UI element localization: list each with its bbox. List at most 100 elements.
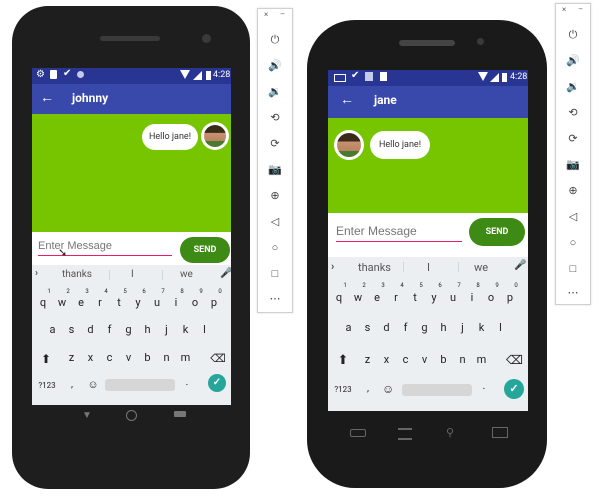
key-j[interactable]: j xyxy=(457,321,469,334)
search-nav-icon[interactable]: ⚲ xyxy=(446,426,454,439)
key-t[interactable]: t xyxy=(113,296,125,309)
mic-icon[interactable]: 🎤 xyxy=(514,260,526,271)
back-arrow-icon[interactable]: ← xyxy=(340,91,354,108)
suggestion-1[interactable]: thanks xyxy=(62,269,92,280)
key-a[interactable]: a xyxy=(47,323,59,336)
comma-key[interactable]: , xyxy=(67,379,77,390)
back-nav-icon[interactable] xyxy=(350,429,366,437)
key-u[interactable]: u xyxy=(447,291,459,304)
zoom-icon[interactable]: ⊕ xyxy=(556,184,590,197)
enter-key[interactable]: ✓ xyxy=(504,379,524,399)
power-icon[interactable]: ⏻ xyxy=(556,28,590,42)
key-l[interactable]: l xyxy=(495,321,507,334)
overview-icon[interactable]: □ xyxy=(556,262,590,275)
key-g[interactable]: g xyxy=(419,321,431,334)
menu-nav-icon[interactable] xyxy=(398,428,412,440)
key-7[interactable]: 7 xyxy=(453,282,465,289)
camera-icon[interactable]: 📷 xyxy=(258,163,292,176)
camera-icon[interactable]: 📷 xyxy=(556,158,590,171)
key-e[interactable]: e xyxy=(75,296,87,309)
key-6[interactable]: 6 xyxy=(138,288,150,295)
backspace-key[interactable]: ⌫ xyxy=(210,352,226,365)
key-k[interactable]: k xyxy=(180,323,192,336)
rotate-left-icon[interactable]: ⟲ xyxy=(258,111,292,124)
suggestion-3[interactable]: we xyxy=(474,261,488,274)
period-key[interactable]: . xyxy=(479,381,489,392)
key-9[interactable]: 9 xyxy=(195,288,207,295)
volume-down-icon[interactable]: 🔉 xyxy=(556,80,590,93)
more-icon[interactable]: ⋯ xyxy=(556,286,590,299)
key-q[interactable]: q xyxy=(37,296,49,309)
suggestion-expand-icon[interactable]: › xyxy=(35,268,38,279)
rotate-right-icon[interactable]: ⟳ xyxy=(258,137,292,150)
volume-up-icon[interactable]: 🔊 xyxy=(258,59,292,72)
key-n[interactable]: n xyxy=(457,353,469,366)
symbols-key[interactable]: ?123 xyxy=(333,385,353,394)
key-e[interactable]: e xyxy=(371,291,383,304)
key-g[interactable]: g xyxy=(123,323,135,336)
key-5[interactable]: 5 xyxy=(119,288,131,295)
key-w[interactable]: w xyxy=(352,291,364,304)
key-4[interactable]: 4 xyxy=(396,282,408,289)
shift-key[interactable]: ⬆ xyxy=(336,353,350,368)
key-j[interactable]: j xyxy=(161,323,173,336)
key-a[interactable]: a xyxy=(343,321,355,334)
back-arrow-icon[interactable]: ← xyxy=(40,89,54,106)
key-x[interactable]: x xyxy=(85,351,97,364)
suggestion-3[interactable]: we xyxy=(180,269,193,280)
key-3[interactable]: 3 xyxy=(81,288,93,295)
key-4[interactable]: 4 xyxy=(100,288,112,295)
key-5[interactable]: 5 xyxy=(415,282,427,289)
key-f[interactable]: f xyxy=(400,321,412,334)
key-n[interactable]: n xyxy=(161,351,173,364)
zoom-icon[interactable]: ⊕ xyxy=(258,189,292,202)
key-s[interactable]: s xyxy=(362,321,374,334)
key-c[interactable]: c xyxy=(400,353,412,366)
home-nav-icon[interactable] xyxy=(492,427,508,438)
home-nav-icon[interactable] xyxy=(126,410,137,421)
message-input[interactable] xyxy=(336,224,462,242)
key-v[interactable]: v xyxy=(123,351,135,364)
key-h[interactable]: h xyxy=(438,321,450,334)
more-icon[interactable]: ⋯ xyxy=(258,292,292,305)
key-l[interactable]: l xyxy=(199,323,211,336)
key-v[interactable]: v xyxy=(419,353,431,366)
key-z[interactable]: z xyxy=(66,351,78,364)
key-z[interactable]: z xyxy=(362,353,374,366)
power-icon[interactable]: ⏻ xyxy=(258,33,292,47)
key-t[interactable]: t xyxy=(409,291,421,304)
key-b[interactable]: b xyxy=(142,351,154,364)
rotate-left-icon[interactable]: ⟲ xyxy=(556,106,590,119)
key-8[interactable]: 8 xyxy=(176,288,188,295)
suggestion-2[interactable]: I xyxy=(427,261,430,274)
key-r[interactable]: r xyxy=(94,296,106,309)
key-2[interactable]: 2 xyxy=(358,282,370,289)
key-o[interactable]: o xyxy=(485,291,497,304)
key-1[interactable]: 1 xyxy=(43,288,55,295)
back-nav-icon[interactable]: ▼ xyxy=(82,410,92,421)
minimize-icon[interactable]: – xyxy=(280,10,285,19)
key-9[interactable]: 9 xyxy=(491,282,503,289)
minimize-icon[interactable]: – xyxy=(578,5,583,14)
close-icon[interactable]: × xyxy=(264,10,268,19)
key-p[interactable]: p xyxy=(504,291,516,304)
home-icon[interactable]: ○ xyxy=(556,236,590,249)
key-m[interactable]: m xyxy=(180,351,192,364)
enter-key[interactable]: ✓ xyxy=(208,374,226,392)
key-u[interactable]: u xyxy=(151,296,163,309)
key-3[interactable]: 3 xyxy=(377,282,389,289)
suggestion-1[interactable]: thanks xyxy=(358,261,391,274)
key-p[interactable]: p xyxy=(208,296,220,309)
key-i[interactable]: i xyxy=(466,291,478,304)
key-2[interactable]: 2 xyxy=(62,288,74,295)
key-o[interactable]: o xyxy=(189,296,201,309)
key-d[interactable]: d xyxy=(85,323,97,336)
volume-down-icon[interactable]: 🔉 xyxy=(258,85,292,98)
key-7[interactable]: 7 xyxy=(157,288,169,295)
suggestion-expand-icon[interactable]: › xyxy=(331,260,334,273)
shift-key[interactable]: ⬆ xyxy=(39,352,53,366)
key-q[interactable]: q xyxy=(333,291,345,304)
comma-key[interactable]: , xyxy=(363,383,373,394)
overview-icon[interactable]: □ xyxy=(258,267,292,280)
send-button[interactable]: SEND xyxy=(180,237,230,263)
